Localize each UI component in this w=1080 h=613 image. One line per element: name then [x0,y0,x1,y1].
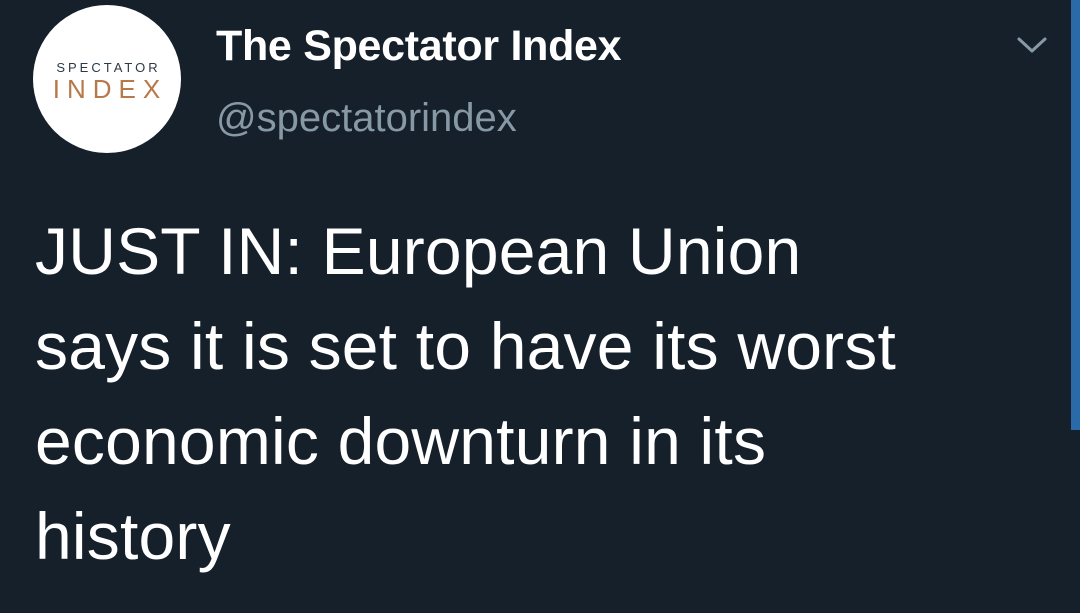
tweet-text-line: JUST IN: European Union [35,214,802,288]
tweet-card: SPECTATOR INDEX The Spectator Index @spe… [0,0,1080,613]
tweet-text-line: economic downturn in its [35,404,767,478]
avatar-logo-bottom-text: INDEX [52,74,168,104]
chevron-down-icon [1017,37,1047,53]
tweet-text-line: history [35,499,231,573]
tweet-text-line: says it is set to have its worst [35,309,897,383]
avatar-logo-top-text: SPECTATOR [56,60,161,75]
tweet-text: JUST IN: European Union says it is set t… [35,204,1045,584]
author-display-name[interactable]: The Spectator Index [216,18,622,74]
tweet-menu-button[interactable] [1012,30,1052,60]
avatar[interactable]: SPECTATOR INDEX [33,5,181,153]
author-handle[interactable]: @spectatorindex [216,90,517,146]
scrollbar[interactable] [1071,0,1080,430]
